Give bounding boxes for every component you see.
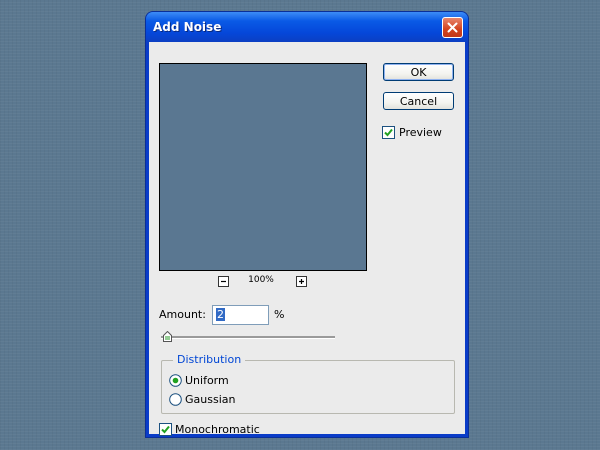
add-noise-dialog: Add Noise 100% OK Cancel Preview Amount:… [146,12,468,437]
uniform-label[interactable]: Uniform [185,374,229,387]
cancel-button[interactable]: Cancel [383,92,454,110]
plus-icon [299,279,304,284]
monochromatic-label[interactable]: Monochromatic [175,423,260,436]
checkmark-icon [384,128,393,137]
minus-icon [221,280,226,283]
uniform-radio[interactable] [169,374,182,387]
amount-slider-thumb[interactable] [163,331,172,342]
amount-slider-track[interactable] [161,336,335,339]
ok-button[interactable]: OK [383,63,454,81]
preview-canvas[interactable] [159,63,367,271]
zoom-level: 100% [248,275,274,285]
gaussian-label[interactable]: Gaussian [185,393,235,406]
cancel-button-label: Cancel [399,94,438,108]
close-icon [447,22,458,33]
monochromatic-checkbox[interactable] [159,423,172,436]
close-button[interactable] [442,17,463,38]
checkmark-icon [161,425,170,434]
preview-label[interactable]: Preview [399,126,442,139]
amount-input[interactable]: 2 [212,305,269,325]
dialog-title: Add Noise [153,20,222,34]
gaussian-radio[interactable] [169,393,182,406]
zoom-out-button[interactable] [218,276,229,287]
zoom-in-button[interactable] [296,276,307,287]
dialog-body: 100% OK Cancel Preview Amount: 2 % Distr… [149,42,465,436]
distribution-legend: Distribution [173,353,246,366]
amount-label: Amount: [159,308,206,321]
title-bar[interactable]: Add Noise [146,12,468,42]
amount-unit: % [274,308,285,321]
preview-checkbox[interactable] [382,126,395,139]
ok-button-label: OK [410,65,427,79]
amount-value: 2 [216,308,225,321]
